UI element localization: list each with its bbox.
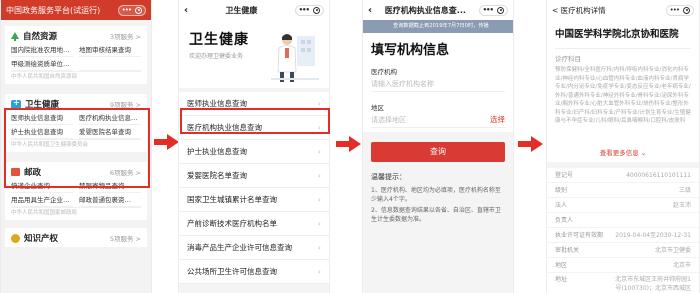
- section-footer: 中华人民共和国国家邮政局: [11, 207, 141, 218]
- page-title[interactable]: < 医疗机构详情: [552, 5, 606, 16]
- list-item[interactable]: 爱婴医院名单查询 ›: [179, 164, 329, 188]
- select-button[interactable]: 选择: [490, 112, 505, 127]
- tips: 温馨提示： 1、医疗机构、地区均为必填项，医疗机构名称至少输入4个字。 2、信息…: [363, 162, 513, 224]
- section-header[interactable]: 知识产权 5项服务 >: [11, 231, 141, 245]
- service-item[interactable]: 甲级测绘资质单位…: [11, 57, 73, 71]
- section-ip: 知识产权 5项服务 >: [5, 228, 147, 247]
- list-item[interactable]: 产前诊断技术医疗机构名单 ›: [179, 212, 329, 236]
- query-button[interactable]: 查询: [371, 142, 505, 162]
- close-icon[interactable]: [683, 6, 690, 14]
- back-icon[interactable]: ‹: [368, 5, 372, 16]
- tip-item: 2、信息数据查询结果以各省、自治区、直辖市卫生计生委数据为准。: [371, 207, 501, 223]
- more-icon[interactable]: •••: [483, 6, 494, 14]
- chevron-right-icon: ›: [317, 219, 321, 228]
- page-title: 卫生健康: [225, 5, 258, 15]
- service-item[interactable]: 用品用具生产企业…: [11, 193, 73, 207]
- hero-banner: 卫生健康 欢迎办理卫健委业务: [179, 20, 329, 88]
- list-item[interactable]: 国家卫生城镇累计名单查询 ›: [179, 188, 329, 212]
- more-icon[interactable]: •••: [670, 6, 680, 14]
- detail-row: 登记号 40000616110101111: [547, 168, 699, 183]
- service-item[interactable]: 地图审核结果查询: [79, 43, 141, 57]
- chevron-right-icon: ›: [317, 195, 321, 204]
- top-bar: ‹ 卫生健康 •••: [179, 0, 329, 20]
- list-item[interactable]: 消毒产品生产企业许可信息查询 ›: [179, 236, 329, 260]
- more-icon[interactable]: •••: [122, 6, 132, 14]
- detail-row: 级别 三级: [547, 183, 699, 198]
- highlight-box: [180, 108, 330, 134]
- detail-row: 地区 北京市: [547, 258, 699, 273]
- right-arrow-icon: [154, 134, 180, 150]
- detail-row: 地址北京市东城区王府井帅府园1号(100730)；北京市西城区大木仓胡同41号: [547, 273, 699, 293]
- chevron-right-icon: ›: [317, 147, 321, 156]
- org-query-panel: ‹ 医疗机构执业信息查... ••• 查询数据截止到2019年7月7日0时，传播…: [362, 0, 514, 293]
- org-label: 医疗机构: [371, 68, 397, 76]
- doctor-illustration: [271, 34, 319, 82]
- page-title: 医疗机构执业信息查...: [384, 5, 466, 15]
- service-item[interactable]: 邮政普通包裹资…: [79, 193, 141, 207]
- tree-icon: [11, 31, 19, 41]
- capsule-menu[interactable]: •••: [117, 4, 146, 16]
- list-item[interactable]: 护士执业信息查询 ›: [179, 140, 329, 164]
- chevron-right-icon: ›: [317, 171, 321, 180]
- top-bar: 中国政务服务平台(试运行) •••: [1, 0, 151, 20]
- capsule-menu[interactable]: •••: [294, 4, 324, 16]
- chevron-right-icon: ›: [317, 99, 321, 108]
- detail-row: 审批机关 北京市卫健委: [547, 243, 699, 258]
- health-panel: ‹ 卫生健康 ••• 卫生健康 欢迎办理卫健委业务 医师执业信息查询 › 医疗机构…: [178, 0, 330, 293]
- close-icon[interactable]: [497, 6, 504, 14]
- more-icon[interactable]: •••: [299, 6, 310, 14]
- service-item[interactable]: 国内院批准农用地…: [11, 43, 73, 57]
- subjects-text: 预防保健科/全科医疗科/内科/呼吸内科专业/消化内科专业/神经内科专业/心血管内…: [555, 67, 691, 124]
- lightbulb-icon: [11, 233, 20, 243]
- more-info-link[interactable]: 查看更多信息 ⌄: [547, 142, 699, 168]
- capsule-menu[interactable]: •••: [665, 4, 694, 16]
- chevron-right-icon: ›: [317, 243, 321, 252]
- org-name: 中国医学科学院北京协和医院: [555, 29, 679, 40]
- right-arrow-icon: [518, 136, 544, 152]
- back-icon[interactable]: ‹: [184, 5, 188, 16]
- right-arrow-icon: [336, 136, 362, 152]
- detail-row: 执业许可证有效期 2019-04-04至2030-12-31: [547, 228, 699, 243]
- query-form: 填写机构信息 医疗机构 请输入医疗机构名称 地区 请选择地区 选择: [363, 33, 513, 132]
- tip-item: 1、医疗机构、地区均为必填项，医疗机构名称至少输入4个字。: [371, 187, 501, 203]
- subjects-label: 诊疗科目: [555, 55, 581, 63]
- top-bar: ‹ 医疗机构执业信息查... •••: [363, 0, 513, 20]
- chevron-right-icon: ›: [317, 267, 321, 276]
- section-header[interactable]: 自然资源 3项服务 >: [11, 29, 141, 43]
- org-input[interactable]: 请输入医疗机构名称: [371, 76, 505, 92]
- list-item[interactable]: 公共场所卫生许可信息查询 ›: [179, 260, 329, 284]
- tips-title: 温馨提示：: [371, 173, 406, 181]
- section-footer: 中华人民共和国自然资源部: [11, 71, 141, 82]
- page-title: 中国政务服务平台(试运行): [6, 5, 101, 15]
- form-title: 填写机构信息: [371, 43, 450, 58]
- subjects-block: 诊疗科目 预防保健科/全科医疗科/内科/呼吸内科专业/消化内科专业/神经内科专业…: [555, 48, 691, 142]
- area-input[interactable]: 请选择地区 选择: [371, 112, 505, 128]
- detail-row: 法人 赵玉沛: [547, 198, 699, 213]
- close-icon[interactable]: [313, 6, 320, 14]
- org-detail-panel: < 医疗机构详情 ••• 中国医学科学院北京协和医院 诊疗科目 预防保健科/全科…: [546, 0, 700, 293]
- capsule-menu[interactable]: •••: [478, 4, 508, 16]
- detail-row: 负责人: [547, 213, 699, 228]
- area-label: 地区: [371, 104, 384, 112]
- top-bar: < 医疗机构详情 •••: [547, 0, 699, 20]
- notice-bar: 查询数据截止到2019年7月7日0时，传播: [363, 20, 513, 33]
- section-natural-resources: 自然资源 3项服务 > 国内院批准农用地… 地图审核结果查询 甲级测绘资质单位……: [5, 26, 147, 84]
- close-icon[interactable]: [135, 6, 142, 14]
- highlight-box: [4, 108, 150, 188]
